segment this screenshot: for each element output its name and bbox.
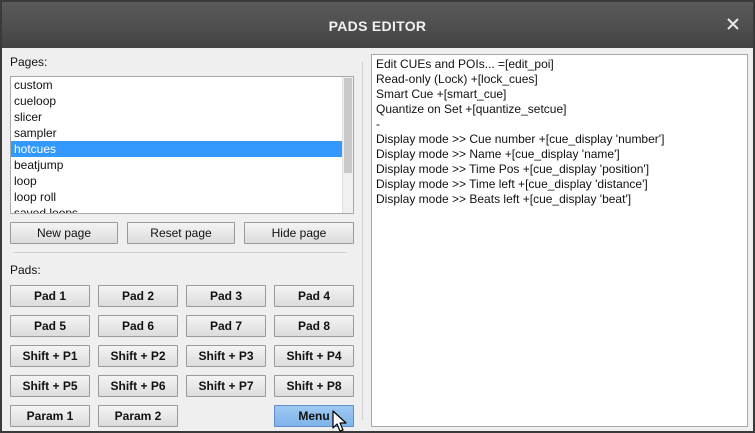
pad-4-button[interactable]: Pad 4 xyxy=(274,285,354,307)
page-item-sampler[interactable]: sampler xyxy=(11,125,342,141)
editor-line: Quantize on Set +[quantize_setcue] xyxy=(376,102,567,116)
shift-p3-button[interactable]: Shift + P3 xyxy=(186,345,266,367)
param-2-button[interactable]: Param 2 xyxy=(98,405,178,427)
pages-scrollbar[interactable] xyxy=(342,77,353,213)
shift-p8-button[interactable]: Shift + P8 xyxy=(274,375,354,397)
page-item-loop[interactable]: loop xyxy=(11,173,342,189)
pages-divider xyxy=(14,252,346,253)
shift-p2-button[interactable]: Shift + P2 xyxy=(98,345,178,367)
page-item-hotcues[interactable]: hotcues xyxy=(11,141,342,157)
editor-line: Display mode >> Time left +[cue_display … xyxy=(376,177,648,191)
shift-p7-button[interactable]: Shift + P7 xyxy=(186,375,266,397)
editor-line: Display mode >> Time Pos +[cue_display '… xyxy=(376,162,650,176)
page-item-slicer[interactable]: slicer xyxy=(11,109,342,125)
page-item-loop-roll[interactable]: loop roll xyxy=(11,189,342,205)
shift-p6-button[interactable]: Shift + P6 xyxy=(98,375,178,397)
page-item-beatjump[interactable]: beatjump xyxy=(11,157,342,173)
page-item-saved-loops[interactable]: saved loops xyxy=(11,205,342,213)
editor-line: Edit CUEs and POIs... =[edit_poi] xyxy=(376,57,554,71)
new-page-button[interactable]: New page xyxy=(10,222,118,244)
pads-label: Pads: xyxy=(10,263,41,277)
editor-line: Smart Cue +[smart_cue] xyxy=(376,87,507,101)
param-1-button[interactable]: Param 1 xyxy=(10,405,90,427)
pages-label: Pages: xyxy=(10,55,48,69)
mouse-pointer-icon xyxy=(331,410,349,433)
pad-1-button[interactable]: Pad 1 xyxy=(10,285,90,307)
pad-7-button[interactable]: Pad 7 xyxy=(186,315,266,337)
pad-3-button[interactable]: Pad 3 xyxy=(186,285,266,307)
page-item-cueloop[interactable]: cueloop xyxy=(11,93,342,109)
editor-line: Display mode >> Name +[cue_display 'name… xyxy=(376,147,620,161)
shift-p4-button[interactable]: Shift + P4 xyxy=(274,345,354,367)
page-item-custom[interactable]: custom xyxy=(11,77,342,93)
pad-6-button[interactable]: Pad 6 xyxy=(98,315,178,337)
editor-line: Read-only (Lock) +[lock_cues] xyxy=(376,72,538,86)
pad-8-button[interactable]: Pad 8 xyxy=(274,315,354,337)
pad-2-button[interactable]: Pad 2 xyxy=(98,285,178,307)
pad-action-editor[interactable]: Edit CUEs and POIs... =[edit_poi] Read-o… xyxy=(371,54,748,427)
window-title: PADS EDITOR xyxy=(328,18,427,34)
scrollbar-thumb[interactable] xyxy=(344,78,352,173)
close-icon[interactable] xyxy=(723,14,743,34)
shift-p1-button[interactable]: Shift + P1 xyxy=(10,345,90,367)
pads-editor-window: PADS EDITOR Pages: custom cueloop slicer… xyxy=(0,0,755,433)
reset-page-button[interactable]: Reset page xyxy=(127,222,235,244)
pad-5-button[interactable]: Pad 5 xyxy=(10,315,90,337)
editor-line: Display mode >> Beats left +[cue_display… xyxy=(376,192,632,206)
shift-p5-button[interactable]: Shift + P5 xyxy=(10,375,90,397)
editor-line: Display mode >> Cue number +[cue_display… xyxy=(376,132,665,146)
panel-separator xyxy=(362,62,363,420)
pages-list[interactable]: custom cueloop slicer sampler hotcues be… xyxy=(10,76,354,214)
hide-page-button[interactable]: Hide page xyxy=(244,222,354,244)
editor-line: - xyxy=(376,117,380,131)
title-bar: PADS EDITOR xyxy=(2,2,753,48)
